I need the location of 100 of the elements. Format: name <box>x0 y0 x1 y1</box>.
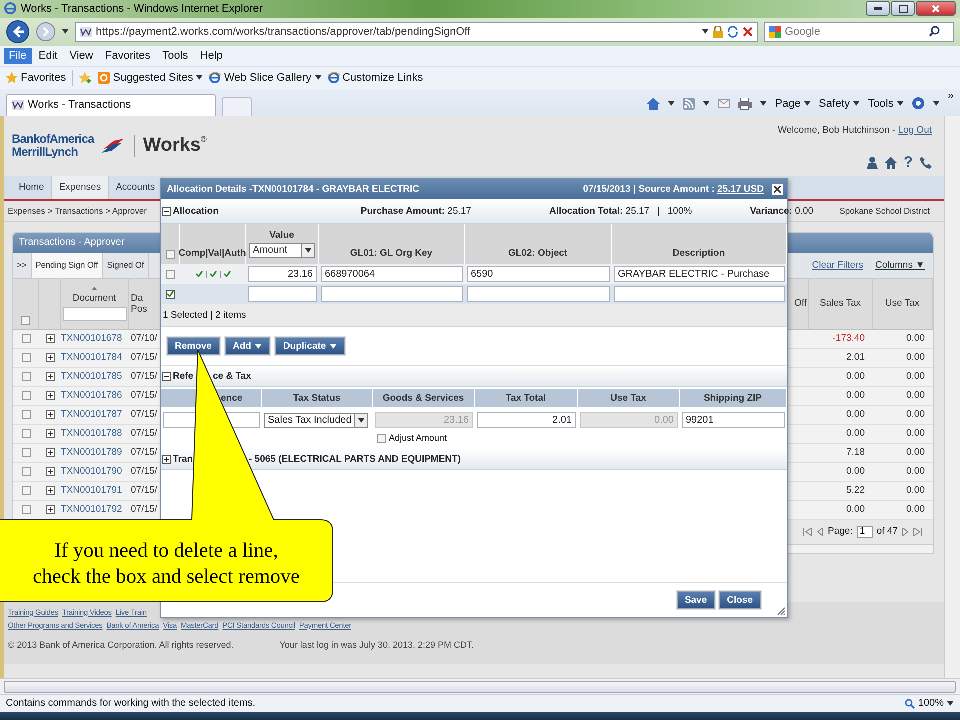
expand-icon[interactable] <box>46 391 54 400</box>
maximize-button[interactable] <box>891 1 915 16</box>
document-link[interactable]: TXN00101786 <box>61 390 122 402</box>
tax-status-select[interactable]: Sales Tax Included <box>264 412 368 428</box>
column-header[interactable]: GL02: Object <box>508 248 568 259</box>
expand-icon[interactable] <box>46 429 54 438</box>
column-header[interactable]: GL01: GL Org Key <box>350 248 433 259</box>
minimize-button[interactable] <box>866 1 890 16</box>
command-menu[interactable]: Safety <box>819 98 860 110</box>
action-button[interactable]: Remove <box>167 337 220 355</box>
value-type-select[interactable]: Amount <box>249 243 315 258</box>
input-field[interactable] <box>614 286 785 302</box>
next-page-icon[interactable] <box>902 528 909 536</box>
add-favorite-icon[interactable] <box>79 72 92 84</box>
input-field[interactable]: 2.01 <box>477 412 576 428</box>
expand-icon[interactable] <box>46 448 54 458</box>
column-header[interactable]: Value <box>270 230 294 241</box>
expand-icon[interactable] <box>46 505 54 514</box>
menu-item[interactable]: Help <box>195 48 228 64</box>
expand-icon[interactable] <box>46 334 54 344</box>
collapse-icon[interactable] <box>162 206 171 216</box>
filter-field[interactable] <box>62 306 126 321</box>
column-header[interactable]: Da Pos <box>131 292 151 315</box>
menu-item[interactable]: Tools <box>158 48 194 64</box>
logout-link[interactable]: Log Out <box>898 124 932 136</box>
source-amount-link[interactable]: 25.17 USD <box>718 184 764 194</box>
refresh-icon[interactable] <box>727 26 739 38</box>
row-checkbox[interactable] <box>22 372 30 382</box>
document-link[interactable]: TXN00101790 <box>61 466 122 478</box>
input-field[interactable] <box>467 286 610 302</box>
expand-icon[interactable] <box>46 353 54 362</box>
zoom-control[interactable]: 100% <box>905 698 954 710</box>
menu-item[interactable]: Edit <box>34 48 63 64</box>
more-button[interactable]: » <box>948 90 954 102</box>
browser-tab[interactable]: Works - Transactions <box>6 94 216 116</box>
favorites-button[interactable]: Favorites <box>6 72 66 84</box>
row-checkbox[interactable] <box>22 353 30 362</box>
column-header[interactable]: Off <box>794 298 807 310</box>
favorites-link[interactable]: Suggested Sites <box>98 72 204 84</box>
print-icon[interactable] <box>738 98 752 110</box>
command-menu[interactable]: Page <box>775 98 811 110</box>
address-field[interactable]: https://payment2.works.com/works/transactions/approver/tab/pendingSignOff <box>75 22 758 42</box>
close-button[interactable] <box>916 1 956 16</box>
vertical-scrollbar[interactable] <box>944 116 960 678</box>
action-button[interactable]: Add <box>224 337 270 355</box>
column-header[interactable]: Comp|Val|Auth <box>178 248 246 259</box>
menu-item[interactable]: View <box>64 48 98 64</box>
input-field[interactable]: 99201 <box>682 412 785 428</box>
row-checkbox[interactable] <box>22 486 30 496</box>
row-checkbox[interactable] <box>22 448 30 458</box>
home-icon[interactable] <box>884 156 897 169</box>
search-icon[interactable] <box>929 26 940 38</box>
mail-icon[interactable] <box>718 99 730 108</box>
forward-icon[interactable] <box>36 22 56 42</box>
expand-icon[interactable] <box>162 454 171 464</box>
document-link[interactable]: TXN00101787 <box>61 409 122 420</box>
panel-tab[interactable]: Pending Sign Off <box>32 252 104 278</box>
select-all-checkbox[interactable] <box>21 316 30 325</box>
document-link[interactable]: TXN00101788 <box>61 428 122 440</box>
column-header[interactable]: Description <box>672 248 726 259</box>
collapse-icon[interactable] <box>162 372 171 380</box>
input-field[interactable]: 668970064 <box>321 266 463 282</box>
favorites-link[interactable]: Web Slice Gallery <box>209 72 322 84</box>
nav-tab[interactable]: Expenses <box>52 176 110 199</box>
feed-icon[interactable] <box>683 98 696 110</box>
stop-icon[interactable] <box>743 26 753 37</box>
row-checkbox[interactable] <box>166 270 175 278</box>
home-icon[interactable] <box>647 98 660 110</box>
columns-menu[interactable]: Columns ▼ <box>875 260 925 271</box>
document-link[interactable]: TXN00101792 <box>61 504 122 516</box>
clear-filters-link[interactable]: Clear Filters <box>812 260 864 271</box>
row-checkbox[interactable] <box>22 391 30 400</box>
help-button[interactable]: ? <box>904 156 913 170</box>
panel-tab[interactable]: Signed Of <box>103 252 150 278</box>
input-field[interactable] <box>248 286 317 302</box>
expand-icon[interactable] <box>46 467 54 476</box>
command-menu[interactable]: Tools <box>868 98 904 110</box>
document-link[interactable]: TXN00101678 <box>61 333 122 344</box>
first-page-icon[interactable] <box>803 528 814 536</box>
adjust-checkbox[interactable] <box>377 434 386 442</box>
select-all-checkbox[interactable] <box>166 250 174 259</box>
document-link[interactable]: TXN00101791 <box>61 485 122 496</box>
expand-icon[interactable] <box>46 372 54 382</box>
address-input[interactable]: https://payment2.works.com/works/transactions/approver/tab/pendingSignOff <box>96 26 698 38</box>
column-header[interactable]: Sales Tax <box>820 298 861 310</box>
menu-item[interactable]: Favorites <box>100 48 156 64</box>
document-link[interactable]: TXN00101784 <box>61 352 122 364</box>
search-box[interactable]: Google <box>764 22 954 42</box>
column-header[interactable]: Use Tax <box>885 298 920 310</box>
row-checkbox[interactable] <box>22 467 30 476</box>
last-page-icon[interactable] <box>913 528 923 536</box>
column-header[interactable]: Document <box>72 292 116 304</box>
document-link[interactable]: TXN00101785 <box>61 371 122 382</box>
previous-page-icon[interactable] <box>817 528 824 536</box>
dialog-button[interactable]: Close <box>719 591 761 609</box>
row-checkbox[interactable] <box>166 290 175 298</box>
input-field[interactable]: 6590 <box>467 266 610 282</box>
close-button[interactable] <box>772 184 783 194</box>
horizontal-scrollbar[interactable] <box>0 678 960 694</box>
expand-icon[interactable] <box>46 410 54 420</box>
